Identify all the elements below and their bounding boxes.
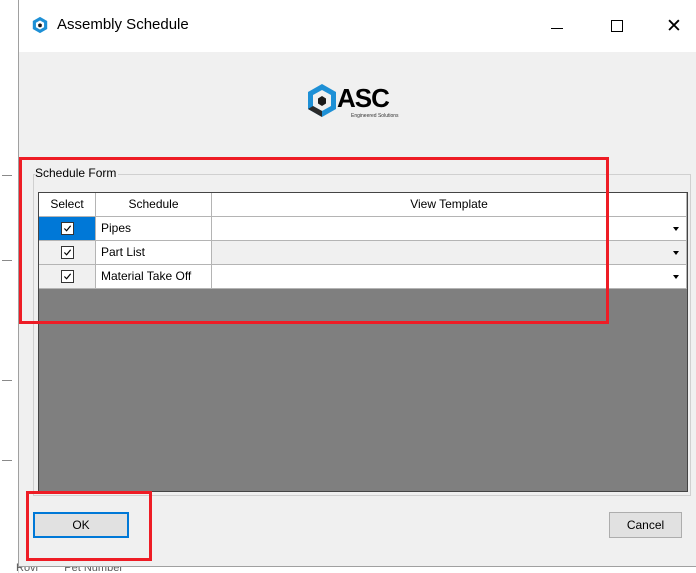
asc-logo: ASC Engineered Solutions: [305, 82, 415, 124]
logo-wordmark: ASC: [337, 83, 390, 113]
minimize-icon: [551, 27, 563, 29]
dropdown-arrow-icon[interactable]: [673, 275, 679, 279]
cancel-button[interactable]: Cancel: [609, 512, 682, 538]
background-app-edge: [0, 0, 19, 573]
maximize-icon: [611, 20, 623, 32]
window-title: Assembly Schedule: [57, 16, 189, 33]
asc-app-icon: [32, 16, 48, 34]
title-bar[interactable]: Assembly Schedule ✕: [19, 0, 696, 52]
dropdown-arrow-icon[interactable]: [673, 227, 679, 231]
annotation-highlight-ok-button: [26, 491, 152, 561]
background-tick: [2, 175, 12, 176]
logo-tagline: Engineered Solutions: [351, 113, 399, 119]
close-button[interactable]: ✕: [651, 0, 696, 52]
annotation-highlight-schedule-form: [19, 157, 609, 324]
dropdown-arrow-icon[interactable]: [673, 251, 679, 255]
background-tick: [2, 460, 12, 461]
background-tick: [2, 380, 12, 381]
close-icon: ✕: [666, 15, 682, 37]
asc-logo-mark: [308, 84, 336, 117]
maximize-button[interactable]: [594, 0, 640, 52]
minimize-button[interactable]: [534, 0, 580, 52]
background-tick: [2, 260, 12, 261]
